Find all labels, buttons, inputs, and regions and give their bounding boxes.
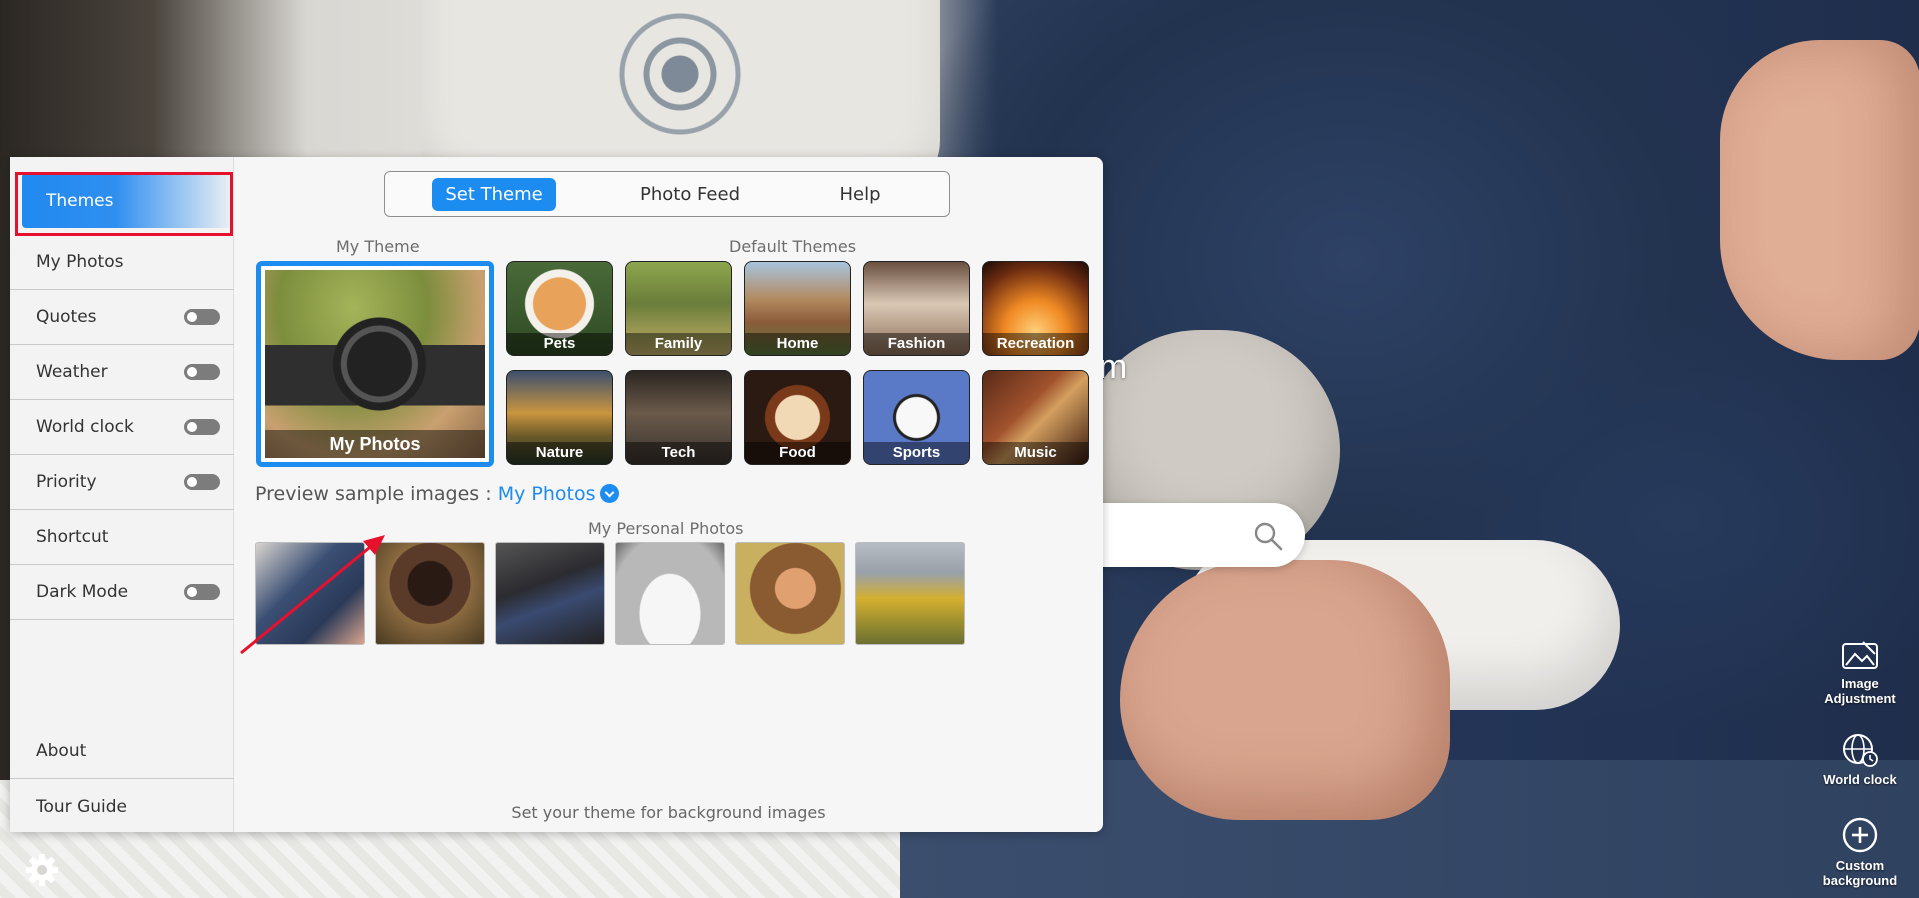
globe-clock-icon: [1843, 734, 1878, 767]
theme-tile-recreation[interactable]: Recreation: [982, 261, 1089, 356]
sidebar-item-tour-guide[interactable]: Tour Guide: [10, 779, 234, 834]
theme-tile-music[interactable]: Music: [982, 370, 1089, 465]
hand: [1120, 560, 1450, 820]
priority-toggle[interactable]: [184, 474, 220, 490]
theme-tile-label: Recreation: [983, 333, 1088, 355]
theme-tile-label: Pets: [507, 333, 612, 355]
tab-photo-feed[interactable]: Photo Feed: [615, 178, 765, 211]
sidebar-item-dark-mode[interactable]: Dark Mode: [10, 565, 234, 620]
sample-photo[interactable]: [735, 542, 845, 645]
sidebar-item-label: Priority: [36, 472, 97, 492]
theme-tile-label: Sports: [864, 442, 969, 464]
sample-photo[interactable]: [255, 542, 365, 645]
preview-source-link[interactable]: My Photos: [498, 483, 596, 505]
theme-tile-label: Fashion: [864, 333, 969, 355]
theme-tile-label: Tech: [626, 442, 731, 464]
weather-toggle[interactable]: [184, 364, 220, 380]
theme-tile-nature[interactable]: Nature: [506, 370, 613, 465]
chevron-down-icon[interactable]: [600, 484, 620, 503]
theme-tile-home[interactable]: Home: [744, 261, 851, 356]
theme-tile-fashion[interactable]: Fashion: [863, 261, 970, 356]
my-theme-card-label: My Photos: [265, 430, 485, 458]
sample-photo[interactable]: [615, 542, 725, 645]
theme-tile-pets[interactable]: Pets: [506, 261, 613, 356]
tab-set-theme[interactable]: Set Theme: [432, 178, 556, 211]
theme-tile-label: Music: [983, 442, 1088, 464]
custom-background-button[interactable]: Custom background: [1810, 816, 1910, 888]
settings-sidebar: Themes My Photos Quotes Weather World cl…: [10, 157, 234, 832]
sidebar-item-priority[interactable]: Priority: [10, 455, 234, 510]
sample-photo[interactable]: [495, 542, 605, 645]
sample-photo[interactable]: [855, 542, 965, 645]
sidebar-item-quotes[interactable]: Quotes: [10, 290, 234, 345]
tool-label: World clock: [1823, 772, 1897, 787]
default-themes-heading: Default Themes: [729, 237, 857, 256]
sidebar-item-world-clock[interactable]: World clock: [10, 400, 234, 455]
sidebar-item-my-photos[interactable]: My Photos: [10, 235, 234, 290]
sidebar-item-label: Shortcut: [36, 527, 109, 547]
sidebar-item-label: Quotes: [36, 307, 97, 327]
sidebar-item-label: Dark Mode: [36, 582, 129, 602]
tool-label: Custom background: [1822, 858, 1898, 888]
theme-tile-sports[interactable]: Sports: [863, 370, 970, 465]
my-theme-heading: My Theme: [336, 237, 420, 256]
search-icon[interactable]: [1253, 521, 1283, 551]
dark-mode-toggle[interactable]: [184, 584, 220, 600]
sidebar-item-themes[interactable]: Themes: [22, 173, 230, 228]
theme-tile-label: Nature: [507, 442, 612, 464]
sidebar-item-label: Weather: [36, 362, 108, 382]
hand: [1720, 40, 1919, 360]
sidebar-item-label: World clock: [36, 417, 134, 437]
sidebar-item-shortcut[interactable]: Shortcut: [10, 510, 234, 565]
world-clock-toggle[interactable]: [184, 419, 220, 435]
sample-photo[interactable]: [375, 542, 485, 645]
sidebar-item-weather[interactable]: Weather: [10, 345, 234, 400]
theme-tile-label: Home: [745, 333, 850, 355]
world-clock-button[interactable]: World clock: [1810, 732, 1910, 787]
theme-tile-label: Food: [745, 442, 850, 464]
theme-tile-tech[interactable]: Tech: [625, 370, 732, 465]
quotes-toggle[interactable]: [184, 309, 220, 325]
sidebar-item-about[interactable]: About: [10, 724, 234, 779]
gear-icon[interactable]: [24, 852, 60, 888]
image-adjust-icon: [1842, 641, 1878, 669]
sidebar-item-label: My Photos: [36, 252, 124, 272]
image-adjustment-button[interactable]: Image Adjustment: [1810, 640, 1910, 706]
plus-circle-icon: [1842, 817, 1878, 853]
sidebar-item-label: Themes: [46, 190, 114, 211]
preview-label-text: Preview sample images :: [255, 483, 498, 505]
sidebar-item-label: About: [36, 741, 87, 761]
my-theme-card[interactable]: My Photos: [256, 261, 494, 467]
theme-tile-food[interactable]: Food: [744, 370, 851, 465]
theme-tile-label: Family: [626, 333, 731, 355]
pillow-pattern: [500, 10, 860, 170]
theme-tabs: Set Theme Photo Feed Help: [384, 171, 950, 217]
preview-label: Preview sample images : My Photos: [255, 483, 620, 505]
panel-footer-text: Set your theme for background images: [511, 803, 826, 822]
settings-panel: Themes My Photos Quotes Weather World cl…: [10, 157, 1103, 832]
tab-help[interactable]: Help: [805, 178, 915, 211]
tool-label: Image Adjustment: [1824, 676, 1896, 706]
personal-photos-heading: My Personal Photos: [588, 519, 744, 538]
theme-tile-family[interactable]: Family: [625, 261, 732, 356]
sidebar-item-label: Tour Guide: [36, 796, 127, 817]
